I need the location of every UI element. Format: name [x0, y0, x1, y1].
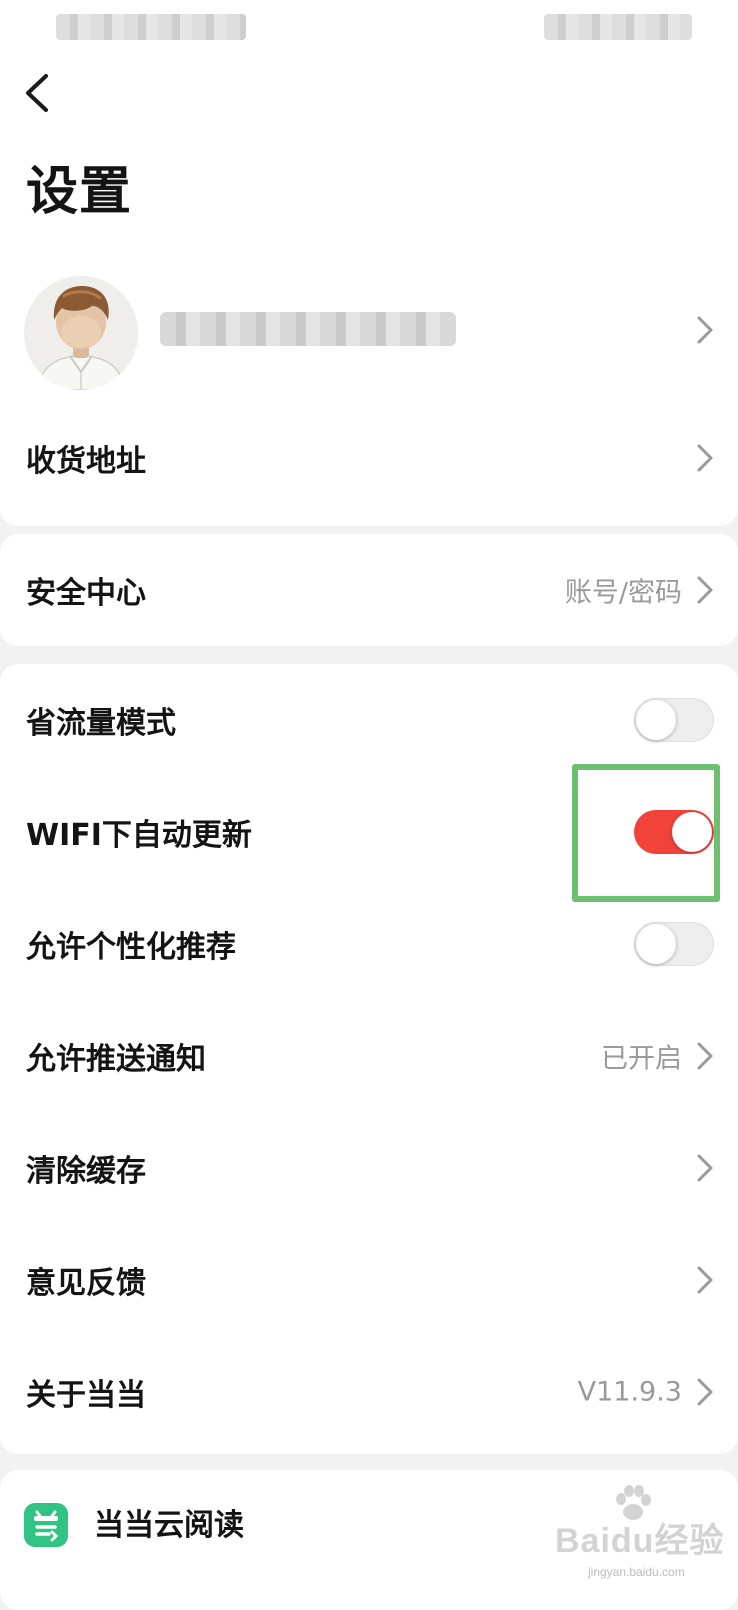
status-bar — [0, 0, 738, 56]
push-notification-row[interactable]: 允许推送通知 已开启 — [0, 1000, 738, 1112]
shipping-address-label: 收货地址 — [26, 444, 146, 479]
status-bar-right-blurred — [544, 14, 692, 40]
chevron-right-icon — [697, 1042, 713, 1070]
clear-cache-label: 清除缓存 — [26, 1154, 146, 1189]
personalized-recommendation-toggle[interactable] — [634, 922, 714, 966]
data-saver-label: 省流量模式 — [26, 706, 176, 741]
chevron-right-icon — [697, 1378, 713, 1406]
security-card: 安全中心 账号/密码 — [0, 534, 738, 646]
avatar[interactable] — [24, 276, 138, 390]
back-button[interactable] — [18, 68, 58, 118]
push-notification-label: 允许推送通知 — [26, 1042, 206, 1077]
toggle-knob — [672, 812, 712, 852]
reader-glyph — [34, 1510, 59, 1542]
security-center-row[interactable]: 安全中心 账号/密码 — [0, 534, 738, 646]
reader-card[interactable]: 当当云阅读 — [0, 1470, 738, 1610]
about-chevron — [696, 1377, 714, 1407]
chevron-left-icon — [26, 74, 48, 112]
security-center-chevron — [696, 575, 714, 605]
feedback-row[interactable]: 意见反馈 — [0, 1224, 738, 1336]
chevron-right-icon — [697, 316, 713, 344]
chevron-right-icon — [697, 1154, 713, 1182]
data-saver-row: 省流量模式 — [0, 664, 738, 776]
profile-chevron — [696, 315, 714, 345]
security-center-value: 账号/密码 — [564, 577, 682, 609]
chevron-right-icon — [697, 576, 713, 604]
chevron-right-icon — [697, 1266, 713, 1294]
push-notification-chevron — [696, 1041, 714, 1071]
app-version: V11.9.3 — [577, 1376, 682, 1408]
clear-cache-row[interactable]: 清除缓存 — [0, 1112, 738, 1224]
push-notification-value: 已开启 — [601, 1043, 682, 1075]
wifi-auto-update-label: WIFI下自动更新 — [26, 818, 252, 853]
about-label: 关于当当 — [26, 1378, 146, 1413]
shipping-address-row[interactable]: 收货地址 — [0, 402, 738, 514]
toggle-knob — [636, 924, 676, 964]
dangdang-reader-icon — [24, 1503, 68, 1547]
feedback-label: 意见反馈 — [26, 1266, 146, 1301]
clear-cache-chevron — [696, 1153, 714, 1183]
shipping-address-chevron — [696, 443, 714, 473]
page-title: 设置 — [26, 162, 133, 222]
avatar-image — [24, 276, 138, 390]
wifi-auto-update-toggle[interactable] — [634, 810, 714, 854]
reader-label: 当当云阅读 — [94, 1508, 244, 1543]
about-row[interactable]: 关于当当 V11.9.3 — [0, 1336, 738, 1448]
username-blurred — [160, 312, 456, 346]
wifi-auto-update-row: WIFI下自动更新 — [0, 776, 738, 888]
data-saver-toggle[interactable] — [634, 698, 714, 742]
personalized-recommendation-label: 允许个性化推荐 — [26, 930, 236, 965]
feedback-chevron — [696, 1265, 714, 1295]
security-center-label: 安全中心 — [26, 576, 146, 611]
status-bar-left-blurred — [56, 14, 246, 40]
profile-row[interactable] — [0, 270, 738, 390]
settings-card: 省流量模式 WIFI下自动更新 允许个性化推荐 允许推送通知 已开启 清除缓存 — [0, 664, 738, 1454]
chevron-right-icon — [697, 444, 713, 472]
personalized-recommendation-row: 允许个性化推荐 — [0, 888, 738, 1000]
toggle-knob — [636, 700, 676, 740]
